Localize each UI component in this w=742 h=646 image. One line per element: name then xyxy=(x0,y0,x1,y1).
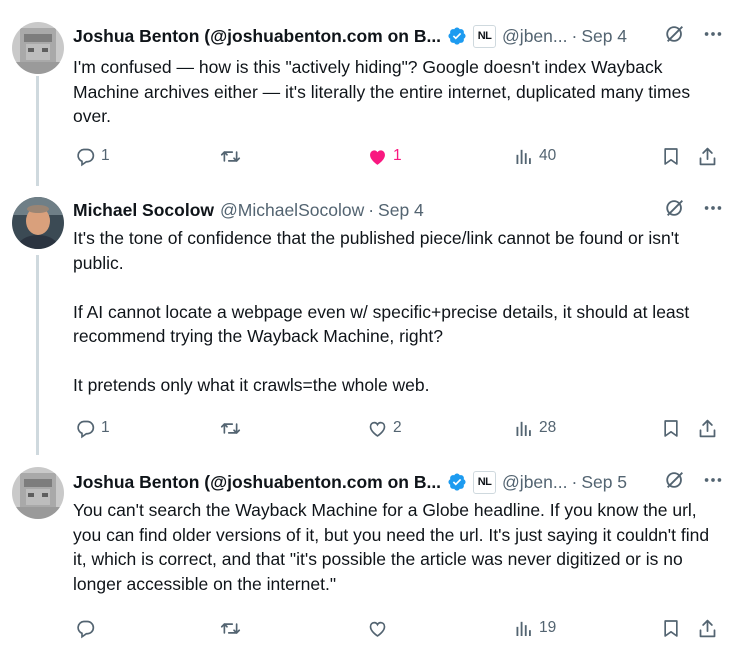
views-button[interactable]: 19 xyxy=(514,615,556,641)
share-button[interactable] xyxy=(697,615,718,641)
reply-icon xyxy=(77,620,95,638)
more-icon[interactable] xyxy=(702,469,724,496)
like-button[interactable] xyxy=(367,615,393,641)
grok-icon[interactable] xyxy=(664,23,686,50)
author-handle[interactable]: @MichaelSocolow xyxy=(220,200,364,221)
views-count: 40 xyxy=(539,147,557,164)
avatar[interactable] xyxy=(12,467,64,519)
bookmark-icon xyxy=(664,619,678,637)
affiliate-badge[interactable]: NL xyxy=(473,24,497,48)
tweet-actions: 1 2 28 xyxy=(73,415,723,441)
author-handle[interactable]: @jben... xyxy=(502,472,567,493)
tweet-date[interactable]: Sep 5 xyxy=(581,472,627,493)
separator: · xyxy=(571,471,578,492)
separator: · xyxy=(571,25,578,46)
like-count: 2 xyxy=(393,419,402,436)
reply-button[interactable]: 1 xyxy=(75,415,110,441)
bookmark-button[interactable] xyxy=(661,143,681,169)
share-icon xyxy=(699,419,716,437)
author-handle[interactable]: @jben... xyxy=(502,26,567,47)
views-count: 19 xyxy=(539,619,557,636)
views-button[interactable]: 40 xyxy=(514,143,556,169)
reply-icon xyxy=(77,148,95,166)
more-icon[interactable] xyxy=(702,23,724,50)
share-icon xyxy=(699,619,716,637)
tweet-header: Joshua Benton (@joshuabenton.com on B...… xyxy=(73,23,724,49)
grok-icon[interactable] xyxy=(664,197,686,224)
views-count: 28 xyxy=(539,419,557,436)
author-name[interactable]: Joshua Benton (@joshuabenton.com on B... xyxy=(73,26,441,47)
heart-icon xyxy=(370,149,385,165)
tweet-text: You can't search the Wayback Machine for… xyxy=(73,500,714,594)
reply-icon xyxy=(77,420,95,438)
like-button[interactable]: 2 xyxy=(367,415,402,441)
views-button[interactable]: 28 xyxy=(514,415,556,441)
tweet[interactable]: Joshua Benton (@joshuabenton.com on B...… xyxy=(0,0,742,185)
tweet-text: It's the tone of confidence that the pub… xyxy=(73,228,690,395)
tweet-date[interactable]: Sep 4 xyxy=(378,200,424,221)
tweet[interactable]: Joshua Benton (@joshuabenton.com on B...… xyxy=(0,455,742,646)
tweet-header: Michael Socolow @MichaelSocolow · Sep 4 xyxy=(73,197,724,223)
author-name[interactable]: Joshua Benton (@joshuabenton.com on B... xyxy=(73,472,441,493)
like-button[interactable]: 1 xyxy=(367,143,402,169)
bookmark-button[interactable] xyxy=(661,415,681,441)
retweet-icon xyxy=(220,622,241,634)
share-icon xyxy=(699,147,716,165)
heart-icon xyxy=(369,621,386,637)
tweet-actions: 1 1 40 xyxy=(73,143,723,169)
views-icon xyxy=(516,621,531,636)
retweet-button[interactable] xyxy=(219,143,247,169)
verified-badge-icon xyxy=(447,26,467,46)
tweet[interactable]: Michael Socolow @MichaelSocolow · Sep 4 … xyxy=(0,185,742,455)
views-icon xyxy=(516,149,531,164)
tweet-header: Joshua Benton (@joshuabenton.com on B...… xyxy=(73,469,724,495)
share-button[interactable] xyxy=(697,143,718,169)
reply-button[interactable] xyxy=(75,615,101,641)
heart-icon xyxy=(369,421,386,437)
bookmark-icon xyxy=(664,419,678,437)
tweet-actions: 19 xyxy=(73,615,723,641)
verified-badge-icon xyxy=(447,472,467,492)
avatar[interactable] xyxy=(12,197,64,249)
affiliate-badge[interactable]: NL xyxy=(473,470,497,494)
separator: · xyxy=(368,199,375,220)
retweet-button[interactable] xyxy=(219,615,247,641)
bookmark-button[interactable] xyxy=(661,615,681,641)
share-button[interactable] xyxy=(697,415,718,441)
views-icon xyxy=(516,421,531,436)
bookmark-icon xyxy=(664,147,678,165)
avatar[interactable] xyxy=(12,22,64,74)
reply-count: 1 xyxy=(101,419,110,436)
more-icon[interactable] xyxy=(702,197,724,224)
tweet-text: I'm confused — how is this "actively hid… xyxy=(73,57,695,126)
like-count: 1 xyxy=(393,147,402,164)
reply-button[interactable]: 1 xyxy=(75,143,110,169)
retweet-button[interactable] xyxy=(219,415,247,441)
grok-icon[interactable] xyxy=(664,469,686,496)
reply-count: 1 xyxy=(101,147,110,164)
author-name[interactable]: Michael Socolow xyxy=(73,200,214,221)
retweet-icon xyxy=(220,150,241,162)
tweet-date[interactable]: Sep 4 xyxy=(581,26,627,47)
retweet-icon xyxy=(220,422,241,434)
